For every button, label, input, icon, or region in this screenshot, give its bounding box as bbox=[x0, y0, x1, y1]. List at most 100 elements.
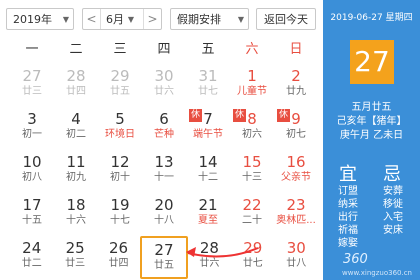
day-lunar: 芒种 bbox=[154, 129, 174, 140]
day-lunar: 夏至 bbox=[198, 215, 218, 226]
day-lunar: 初八 bbox=[22, 172, 42, 183]
holiday-rest-badge: 休 bbox=[277, 109, 290, 122]
day-cell[interactable]: 18 十六 bbox=[54, 193, 98, 236]
weekday-header: 一二三四五六日 bbox=[10, 38, 318, 62]
day-cell[interactable]: 休 9 初七 bbox=[274, 107, 318, 150]
day-cell[interactable]: 15 十三 bbox=[230, 150, 274, 193]
holiday-select[interactable]: 假期安排 ▼ bbox=[170, 8, 249, 30]
day-lunar: 十一 bbox=[154, 172, 174, 183]
day-lunar: 廿七 bbox=[198, 86, 218, 97]
yi-heading: 宜 bbox=[339, 164, 357, 185]
day-lunar: 父亲节 bbox=[281, 172, 311, 183]
day-cell[interactable]: 30 廿八 bbox=[275, 236, 318, 279]
day-number: 11 bbox=[66, 153, 86, 171]
today-label: 返回今天 bbox=[264, 13, 308, 26]
month-selector: < 6月 ▼ > bbox=[82, 8, 162, 30]
day-cell[interactable]: 3 初一 bbox=[10, 107, 54, 150]
next-month-button[interactable]: > bbox=[144, 9, 161, 29]
year-select[interactable]: 2019年 ▼ bbox=[6, 8, 74, 30]
day-lunar: 初二 bbox=[66, 129, 86, 140]
day-cell[interactable]: 29 廿五 bbox=[98, 64, 142, 107]
day-number: 13 bbox=[154, 153, 174, 171]
day-number: 30 bbox=[154, 67, 174, 85]
day-cell[interactable]: 11 初九 bbox=[54, 150, 98, 193]
day-lunar: 初七 bbox=[286, 129, 306, 140]
day-number: 31 bbox=[198, 67, 218, 85]
day-number: 16 bbox=[286, 153, 306, 171]
day-cell[interactable]: 29 廿七 bbox=[231, 236, 274, 279]
day-number: 1 bbox=[247, 67, 257, 85]
day-lunar: 奥林匹... bbox=[276, 215, 316, 226]
day-cell[interactable]: 4 初二 bbox=[54, 107, 98, 150]
day-cell[interactable]: 14 十二 bbox=[186, 150, 230, 193]
day-number: 10 bbox=[22, 153, 42, 171]
day-lunar: 初九 bbox=[66, 172, 86, 183]
ji-item: 移徙 bbox=[383, 199, 403, 210]
chevron-down-icon: ▼ bbox=[62, 14, 70, 24]
yi-item: 纳采 bbox=[338, 199, 358, 210]
day-number: 25 bbox=[65, 239, 85, 257]
weekday-label: 二 bbox=[69, 42, 83, 57]
today-button[interactable]: 返回今天 bbox=[256, 8, 316, 30]
day-cell[interactable]: 23 奥林匹... bbox=[274, 193, 318, 236]
day-number: 26 bbox=[109, 239, 129, 257]
day-cell[interactable]: 24 廿二 bbox=[10, 236, 53, 279]
day-cell[interactable]: 31 廿七 bbox=[186, 64, 230, 107]
day-lunar: 廿七 bbox=[242, 258, 263, 269]
day-number: 29 bbox=[243, 239, 263, 257]
day-cell[interactable]: 27 廿三 bbox=[10, 64, 54, 107]
holiday-rest-badge: 休 bbox=[189, 109, 202, 122]
day-number: 30 bbox=[286, 239, 306, 257]
ji-item: 安床 bbox=[383, 225, 403, 236]
day-cell[interactable]: 20 十八 bbox=[142, 193, 186, 236]
day-cell[interactable]: 12 初十 bbox=[98, 150, 142, 193]
day-cell[interactable]: 6 芒种 bbox=[142, 107, 186, 150]
day-cell[interactable]: 28 廿四 bbox=[54, 64, 98, 107]
week-row: 27 廿三 28 廿四 29 廿五 30 廿六 31 廿七 1 儿童节 2 廿九 bbox=[10, 64, 318, 107]
day-number: 14 bbox=[198, 153, 218, 171]
weekday-label: 四 bbox=[157, 42, 171, 57]
lunar-ganzhi: 庚午月 乙未日 bbox=[339, 130, 404, 141]
day-cell[interactable]: 13 十一 bbox=[142, 150, 186, 193]
selected-day-number: 27 bbox=[350, 40, 394, 84]
day-lunar: 十六 bbox=[66, 215, 86, 226]
day-cell[interactable]: 30 廿六 bbox=[142, 64, 186, 107]
day-cell[interactable]: 25 廿三 bbox=[53, 236, 96, 279]
month-select[interactable]: 6月 ▼ bbox=[100, 9, 144, 29]
ji-list: 安葬 移徙 入宅 安床 bbox=[383, 185, 403, 237]
day-cell[interactable]: 19 十七 bbox=[98, 193, 142, 236]
week-row: 17 十五 18 十六 19 十七 20 十八 21 夏至 22 二十 23 奥林匹... bbox=[10, 193, 318, 236]
day-cell[interactable]: 2 廿九 bbox=[274, 64, 318, 107]
day-lunar: 儿童节 bbox=[237, 86, 267, 97]
day-number: 29 bbox=[110, 67, 130, 85]
holiday-rest-badge: 休 bbox=[233, 109, 246, 122]
month-value: 6月 bbox=[106, 13, 124, 26]
day-cell[interactable]: 28 廿六 bbox=[188, 236, 231, 279]
day-cell[interactable]: 5 环境日 bbox=[98, 107, 142, 150]
yi-list: 订盟 纳采 出行 祈福 嫁娶 bbox=[338, 185, 358, 250]
yi-item: 嫁娶 bbox=[338, 238, 358, 249]
day-cell[interactable]: 16 父亲节 bbox=[274, 150, 318, 193]
day-cell[interactable]: 休 8 初六 bbox=[230, 107, 274, 150]
day-cell[interactable]: 1 儿童节 bbox=[230, 64, 274, 107]
day-lunar: 十二 bbox=[198, 172, 218, 183]
day-number: 23 bbox=[286, 196, 306, 214]
day-cell[interactable]: 21 夏至 bbox=[186, 193, 230, 236]
day-lunar: 十三 bbox=[242, 172, 262, 183]
year-value: 2019年 bbox=[13, 13, 52, 26]
day-cell[interactable]: 休 7 端午节 bbox=[186, 107, 230, 150]
day-cell[interactable]: 17 十五 bbox=[10, 193, 54, 236]
day-lunar: 十八 bbox=[154, 215, 174, 226]
yi-item: 订盟 bbox=[338, 186, 358, 197]
watermark-logo: 360 bbox=[343, 252, 368, 267]
day-lunar: 环境日 bbox=[105, 129, 135, 140]
day-cell[interactable]: 10 初八 bbox=[10, 150, 54, 193]
day-number: 6 bbox=[159, 110, 169, 128]
day-cell-selected[interactable]: 27 廿五 bbox=[140, 236, 188, 279]
weekday-label: 日 bbox=[289, 42, 303, 57]
holiday-value: 假期安排 bbox=[177, 13, 221, 26]
day-cell[interactable]: 22 二十 bbox=[230, 193, 274, 236]
week-row: 3 初一 4 初二 5 环境日 6 芒种休 7 端午节休 8 初六休 9 初七 bbox=[10, 107, 318, 150]
day-cell[interactable]: 26 廿四 bbox=[97, 236, 140, 279]
prev-month-button[interactable]: < bbox=[83, 9, 100, 29]
